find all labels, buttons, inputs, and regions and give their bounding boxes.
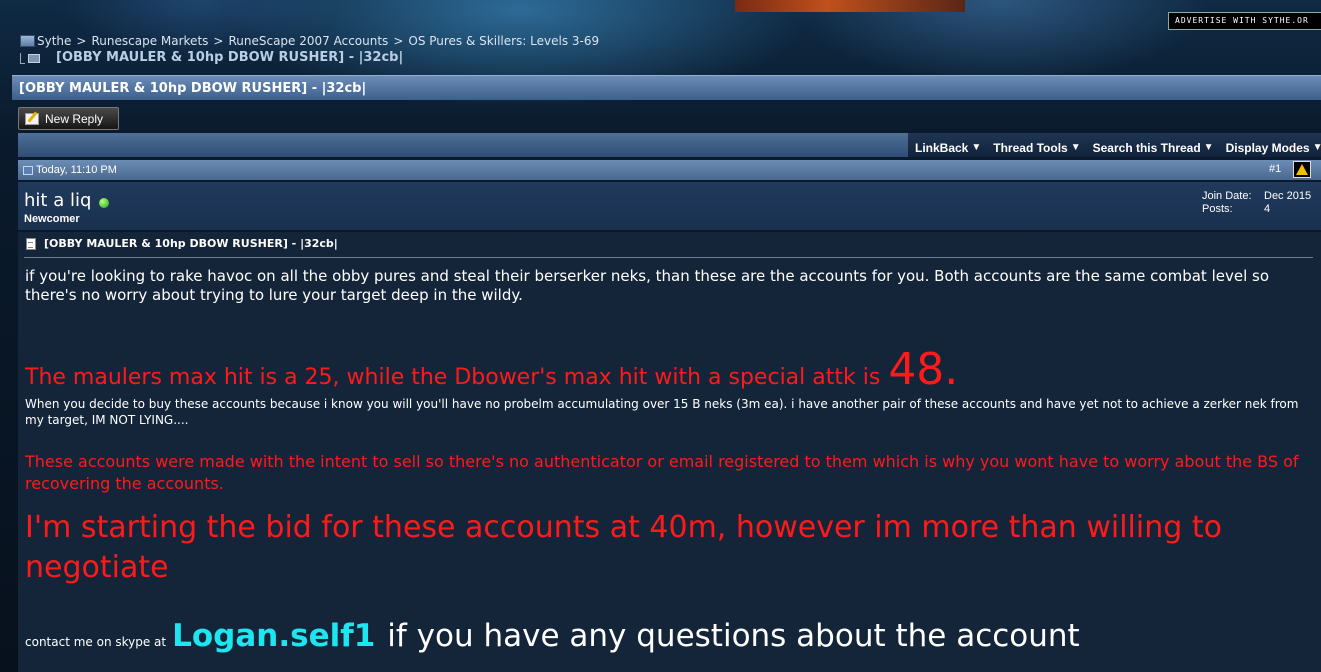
breadcrumb: Sythe > Runescape Markets > RuneScape 20… [20, 34, 599, 48]
breadcrumb-os-pures[interactable]: OS Pures & Skillers: Levels 3-69 [408, 34, 599, 48]
display-modes-dropdown[interactable]: Display Modes ▼ [1219, 133, 1321, 157]
skype-handle: Logan.self1 [172, 618, 376, 654]
header-banner[interactable] [735, 0, 965, 12]
chevron-down-icon: ▼ [1203, 142, 1214, 153]
current-thread-title: [OBBY MAULER & 10hp DBOW RUSHER] - |32cb… [56, 50, 404, 65]
thread-tools-menu: LinkBack ▼ Thread Tools ▼ Search this Thre… [908, 133, 1321, 157]
advertise-link[interactable]: ADVERTISE WITH SYTHE.OR [1168, 12, 1321, 30]
post-header: Today, 11:10 PM #1 [18, 160, 1321, 180]
report-post-icon[interactable] [1293, 161, 1311, 178]
post-paragraph-contact: contact me on skype at Logan.self1 if yo… [25, 618, 1080, 654]
contact-suffix: if you have any questions about the acco… [387, 618, 1080, 654]
linkback-menu[interactable]: LinkBack ▼ [908, 133, 986, 157]
breadcrumb-runescape-markets[interactable]: Runescape Markets [91, 34, 208, 48]
thread-tools-label: Thread Tools [993, 140, 1068, 155]
thread-title-bar: [OBBY MAULER & 10hp DBOW RUSHER] - |32cb… [12, 75, 1321, 100]
breadcrumb-separator: > [213, 34, 224, 48]
max-hit-number: 48. [888, 344, 959, 395]
post-paragraph-bid: I'm starting the bid for these accounts … [25, 510, 1222, 585]
user-stats: Join Date: Dec 2015 Posts: 4 [1202, 190, 1311, 216]
contact-prefix: contact me on skype at [25, 635, 167, 649]
post-title-divider [24, 257, 1313, 258]
new-reply-label: New Reply [45, 111, 104, 126]
search-thread-label: Search this Thread [1092, 140, 1201, 155]
posts-value: 4 [1264, 203, 1271, 215]
user-info-box: hit a liq Newcomer Join Date: Dec 2015 Po… [18, 182, 1321, 230]
linkback-label: LinkBack [915, 140, 969, 155]
online-status-icon [99, 197, 110, 208]
post-date: Today, 11:10 PM [36, 164, 117, 176]
breadcrumb-separator: > [76, 34, 87, 48]
username-link[interactable]: hit a liq [24, 190, 91, 211]
display-modes-label: Display Modes [1225, 140, 1310, 155]
breadcrumb-sythe[interactable]: Sythe [37, 34, 71, 48]
post-paragraph-max-hit: The maulers max hit is a 25, while the D… [25, 344, 958, 395]
chevron-down-icon: ▼ [971, 142, 982, 153]
post-old-icon [23, 165, 33, 175]
post-paragraph-authenticator: These accounts were made with the intent… [25, 452, 1299, 493]
post-paragraph-buy: When you decide to buy these accounts be… [25, 397, 1299, 427]
thread-tools-dropdown[interactable]: Thread Tools ▼ [986, 133, 1085, 157]
chevron-down-icon: ▼ [1070, 142, 1081, 153]
document-icon [26, 237, 36, 250]
new-reply-icon [25, 112, 39, 125]
max-hit-text: The maulers max hit is a 25, while the D… [25, 365, 881, 390]
current-thread-crumb: [OBBY MAULER & 10hp DBOW RUSHER] - |32cb… [20, 50, 403, 65]
forum-home-icon [20, 35, 35, 47]
thread-title: [OBBY MAULER & 10hp DBOW RUSHER] - |32cb… [19, 81, 367, 96]
post-title-block: [OBBY MAULER & 10hp DBOW RUSHER] - |32cb… [26, 237, 338, 250]
post-date-block: Today, 11:10 PM [23, 164, 117, 176]
thread-navbit-icon [20, 52, 42, 64]
chevron-down-icon: ▼ [1312, 142, 1321, 153]
join-date-label: Join Date: [1202, 190, 1252, 202]
search-thread-dropdown[interactable]: Search this Thread ▼ [1086, 133, 1219, 157]
posts-label: Posts: [1202, 203, 1233, 215]
breadcrumb-rs2007-accounts[interactable]: RuneScape 2007 Accounts [228, 34, 388, 48]
post-number-link[interactable]: #1 [1269, 163, 1281, 175]
post-title: [OBBY MAULER & 10hp DBOW RUSHER] - |32cb… [44, 237, 338, 250]
join-date-value: Dec 2015 [1264, 190, 1312, 202]
new-reply-button[interactable]: New Reply [18, 107, 119, 130]
user-title: Newcomer [24, 213, 80, 225]
username-block: hit a liq [24, 190, 110, 211]
post-content: [OBBY MAULER & 10hp DBOW RUSHER] - |32cb… [18, 232, 1321, 672]
breadcrumb-separator: > [393, 34, 404, 48]
post-paragraph-intro: if you're looking to rake havoc on all t… [25, 267, 1270, 304]
